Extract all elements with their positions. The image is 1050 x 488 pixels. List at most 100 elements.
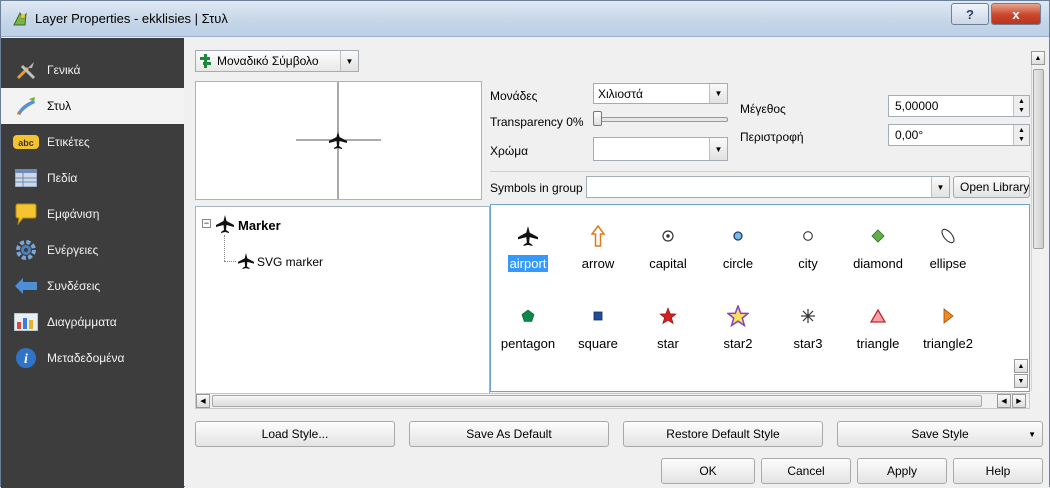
scroll-up-icon[interactable]: ▲ <box>1014 359 1028 373</box>
size-spinbox[interactable]: 5,00000 ▲ ▼ <box>888 95 1030 117</box>
scroll-down-icon[interactable]: ▼ <box>1014 374 1028 388</box>
transparency-slider-handle[interactable] <box>593 111 602 126</box>
save-as-default-button[interactable]: Save As Default <box>409 421 609 447</box>
star-outline-icon <box>727 305 749 327</box>
symbol-name: diamond <box>853 256 903 271</box>
symbol-star[interactable]: star <box>633 303 703 352</box>
symbol-name: ellipse <box>929 256 967 271</box>
color-label: Χρώμα <box>490 144 529 158</box>
title-bar[interactable]: Layer Properties - ekklisies | Στυλ ? x <box>1 1 1049 37</box>
collapse-icon[interactable]: − <box>202 219 211 228</box>
save-style-label: Save Style <box>911 427 969 441</box>
sidebar-item-label: Συνδέσεις <box>47 279 101 293</box>
properties-scrollbar[interactable]: ▲ <box>1031 51 1045 391</box>
symbol-airport[interactable]: airport <box>493 223 563 272</box>
chevron-down-icon[interactable]: ▼ <box>340 51 358 71</box>
load-style-button[interactable]: Load Style... <box>195 421 395 447</box>
star-icon <box>659 307 677 325</box>
horizontal-scrollbar[interactable]: ◀ ◀ ▶ <box>195 393 1030 409</box>
renderer-select[interactable]: Μοναδικό Σύμβολο ▼ <box>195 50 359 72</box>
rotation-spinbox[interactable]: 0,00° ▲ ▼ <box>888 124 1030 146</box>
square-icon <box>593 311 603 321</box>
city-icon <box>803 231 813 241</box>
apply-button[interactable]: Apply <box>857 458 947 484</box>
sidebar-item-label: Εμφάνιση <box>47 207 100 221</box>
qgis-icon <box>13 11 27 26</box>
symbol-name: capital <box>649 256 687 271</box>
svg-text:abc: abc <box>18 138 34 148</box>
symbol-city[interactable]: city <box>773 223 843 272</box>
symbol-pentagon[interactable]: pentagon <box>493 303 563 352</box>
sidebar-item-joins[interactable]: Συνδέσεις <box>1 268 184 304</box>
units-select[interactable]: Χιλιοστά ▼ <box>593 83 728 104</box>
sidebar-item-diagrams[interactable]: Διαγράμματα <box>1 304 184 340</box>
symbol-capital[interactable]: capital <box>633 223 703 272</box>
symbol-name: star <box>657 336 679 351</box>
chevron-down-icon[interactable]: ▼ <box>1028 430 1036 439</box>
symbol-name: arrow <box>581 256 615 271</box>
cancel-button[interactable]: Cancel <box>761 458 851 484</box>
sidebar-item-label: Μεταδεδομένα <box>47 351 125 365</box>
restore-default-style-button[interactable]: Restore Default Style <box>623 421 823 447</box>
symbol-name: star2 <box>723 336 753 351</box>
sidebar-item-actions[interactable]: Ενέργειες <box>1 232 184 268</box>
help-button[interactable]: Help <box>953 458 1043 484</box>
symbol-square[interactable]: square <box>563 303 633 352</box>
pentagon-icon <box>521 309 535 322</box>
layer-properties-window: Layer Properties - ekklisies | Στυλ ? x … <box>0 0 1050 488</box>
scroll-left-icon[interactable]: ◀ <box>997 394 1011 408</box>
chevron-down-icon[interactable]: ▼ <box>709 138 727 160</box>
sidebar-item-general[interactable]: Γενικά <box>1 52 184 88</box>
color-picker-button[interactable]: ▼ <box>593 137 728 161</box>
symbol-preview <box>195 81 482 200</box>
scrollbar-thumb[interactable] <box>1033 69 1044 249</box>
symbol-name: star3 <box>793 336 823 351</box>
diamond-icon <box>871 229 885 243</box>
open-library-button[interactable]: Open Library <box>953 176 1030 198</box>
triangle-right-icon <box>943 308 954 324</box>
symbol-name: circle <box>722 256 754 271</box>
help-title-button[interactable]: ? <box>951 3 989 25</box>
symbols-group-select[interactable]: ▼ <box>586 176 950 198</box>
sidebar-item-labels[interactable]: abc Ετικέτες <box>1 124 184 160</box>
transparency-label: Transparency 0% <box>490 115 584 129</box>
save-style-button[interactable]: Save Style ▼ <box>837 421 1043 447</box>
transparency-slider-track[interactable] <box>595 117 728 122</box>
close-window-button[interactable]: x <box>991 3 1041 25</box>
symbol-star3[interactable]: star3 <box>773 303 843 352</box>
ok-button[interactable]: OK <box>661 458 755 484</box>
tree-root-marker[interactable]: Marker <box>238 218 281 233</box>
triangle-icon <box>870 309 886 323</box>
symbol-arrow[interactable]: arrow <box>563 223 633 272</box>
symbol-ellipse[interactable]: ellipse <box>913 223 983 272</box>
scroll-right-icon[interactable]: ▶ <box>1012 394 1026 408</box>
sidebar-item-fields[interactable]: Πεδία <box>1 160 184 196</box>
horizontal-scrollbar-thumb[interactable] <box>212 395 982 407</box>
symbol-triangle2[interactable]: triangle2 <box>913 303 983 352</box>
paintbrush-icon <box>13 94 39 118</box>
symbol-layer-tree: − Marker SVG marker <box>195 206 490 394</box>
sidebar-item-style[interactable]: Στυλ <box>1 88 184 124</box>
join-icon <box>13 274 39 298</box>
symbol-preview-canvas <box>296 82 381 199</box>
chevron-down-icon[interactable]: ▼ <box>709 84 727 103</box>
capital-icon <box>662 230 674 242</box>
tree-child-svg-marker[interactable]: SVG marker <box>257 255 323 269</box>
scroll-left-icon[interactable]: ◀ <box>196 394 210 408</box>
spin-arrows-icon[interactable]: ▲ ▼ <box>1013 125 1029 145</box>
symbol-name: city <box>798 256 818 271</box>
symbol-triangle[interactable]: triangle <box>843 303 913 352</box>
scroll-up-icon[interactable]: ▲ <box>1031 51 1045 65</box>
symbol-diamond[interactable]: diamond <box>843 223 913 272</box>
airplane-icon <box>329 131 347 149</box>
sidebar-item-metadata[interactable]: i Μεταδεδομένα <box>1 340 184 376</box>
chevron-down-icon[interactable]: ▼ <box>931 177 949 197</box>
spin-arrows-icon[interactable]: ▲ ▼ <box>1013 96 1029 116</box>
symbol-circle[interactable]: circle <box>703 223 773 272</box>
renderer-select-value: Μοναδικό Σύμβολο <box>217 54 319 68</box>
sidebar-item-display[interactable]: Εμφάνιση <box>1 196 184 232</box>
sidebar-item-label: Γενικά <box>47 63 81 77</box>
sidebar-item-label: Διαγράμματα <box>47 315 117 329</box>
symbol-star2[interactable]: star2 <box>703 303 773 352</box>
speech-bubble-icon <box>13 202 39 226</box>
